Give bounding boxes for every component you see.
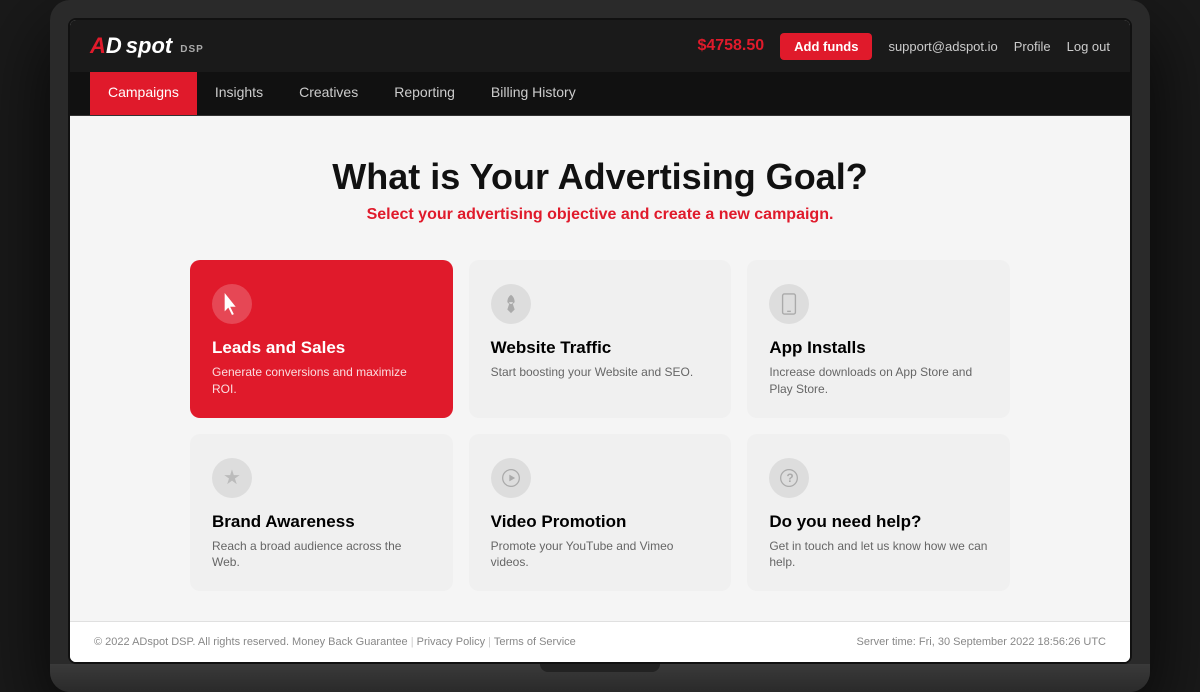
brand-awareness-icon-circle: ★ xyxy=(212,458,252,498)
support-email-link[interactable]: support@adspot.io xyxy=(888,39,997,54)
tab-reporting[interactable]: Reporting xyxy=(376,72,473,115)
privacy-policy-link[interactable]: Privacy Policy xyxy=(417,636,485,648)
goal-card-leads-sales[interactable]: Leads and Sales Generate conversions and… xyxy=(190,260,453,418)
leads-sales-icon-circle xyxy=(212,284,252,324)
tab-creatives[interactable]: Creatives xyxy=(281,72,376,115)
balance-amount: $4758.50 xyxy=(697,37,764,55)
logo-dsp: DSP xyxy=(180,44,204,55)
cursor-icon xyxy=(221,293,243,315)
brand-awareness-title: Brand Awareness xyxy=(212,512,431,532)
play-icon xyxy=(501,468,521,488)
goal-card-brand-awareness[interactable]: ★ Brand Awareness Reach a broad audience… xyxy=(190,434,453,592)
leads-sales-desc: Generate conversions and maximize ROI. xyxy=(212,364,431,398)
website-traffic-icon-circle xyxy=(491,284,531,324)
logout-link[interactable]: Log out xyxy=(1067,39,1110,54)
tab-billing-history[interactable]: Billing History xyxy=(473,72,594,115)
website-traffic-title: Website Traffic xyxy=(491,338,710,358)
svg-text:?: ? xyxy=(787,472,794,485)
terms-service-link[interactable]: Terms of Service xyxy=(494,636,576,648)
goal-card-website-traffic[interactable]: Website Traffic Start boosting your Webs… xyxy=(469,260,732,418)
app-installs-title: App Installs xyxy=(769,338,988,358)
app-installs-desc: Increase downloads on App Store and Play… xyxy=(769,364,988,398)
laptop-base xyxy=(50,664,1150,692)
topbar-right: $4758.50 Add funds support@adspot.io Pro… xyxy=(697,33,1110,60)
goal-card-app-installs[interactable]: App Installs Increase downloads on App S… xyxy=(747,260,1010,418)
rocket-icon xyxy=(500,293,522,315)
logo-ad: AD xyxy=(90,33,122,59)
video-promotion-icon-circle xyxy=(491,458,531,498)
app-installs-icon-circle xyxy=(769,284,809,324)
logo-spot: spot xyxy=(126,33,172,59)
page-subtitle: Select your advertising objective and cr… xyxy=(130,206,1070,224)
screen: AD spot DSP $4758.50 Add funds support@a… xyxy=(68,18,1132,664)
main-content: What is Your Advertising Goal? Select yo… xyxy=(70,116,1130,621)
phone-icon xyxy=(780,293,798,315)
goal-card-help[interactable]: ? Do you need help? Get in touch and let… xyxy=(747,434,1010,592)
nav-tabs: Campaigns Insights Creatives Reporting B… xyxy=(70,72,1130,116)
leads-sales-title: Leads and Sales xyxy=(212,338,431,358)
topbar: AD spot DSP $4758.50 Add funds support@a… xyxy=(70,20,1130,72)
page-title: What is Your Advertising Goal? xyxy=(130,156,1070,198)
question-icon: ? xyxy=(779,468,799,488)
tab-campaigns[interactable]: Campaigns xyxy=(90,72,197,115)
footer-server-time: Server time: Fri, 30 September 2022 18:5… xyxy=(857,636,1106,648)
video-promotion-title: Video Promotion xyxy=(491,512,710,532)
help-desc: Get in touch and let us know how we can … xyxy=(769,538,988,572)
footer: © 2022 ADspot DSP. All rights reserved. … xyxy=(70,621,1130,662)
laptop-frame: AD spot DSP $4758.50 Add funds support@a… xyxy=(50,0,1150,692)
profile-link[interactable]: Profile xyxy=(1014,39,1051,54)
help-title: Do you need help? xyxy=(769,512,988,532)
website-traffic-desc: Start boosting your Website and SEO. xyxy=(491,364,710,381)
help-icon-circle: ? xyxy=(769,458,809,498)
goals-grid: Leads and Sales Generate conversions and… xyxy=(190,260,1010,591)
footer-copyright: © 2022 ADspot DSP. All rights reserved. … xyxy=(94,636,408,648)
add-funds-button[interactable]: Add funds xyxy=(780,33,872,60)
brand-awareness-desc: Reach a broad audience across the Web. xyxy=(212,538,431,572)
logo: AD spot DSP xyxy=(90,33,204,59)
tab-insights[interactable]: Insights xyxy=(197,72,281,115)
goal-card-video-promotion[interactable]: Video Promotion Promote your YouTube and… xyxy=(469,434,732,592)
video-promotion-desc: Promote your YouTube and Vimeo videos. xyxy=(491,538,710,572)
footer-left: © 2022 ADspot DSP. All rights reserved. … xyxy=(94,636,576,648)
star-icon: ★ xyxy=(223,465,241,490)
